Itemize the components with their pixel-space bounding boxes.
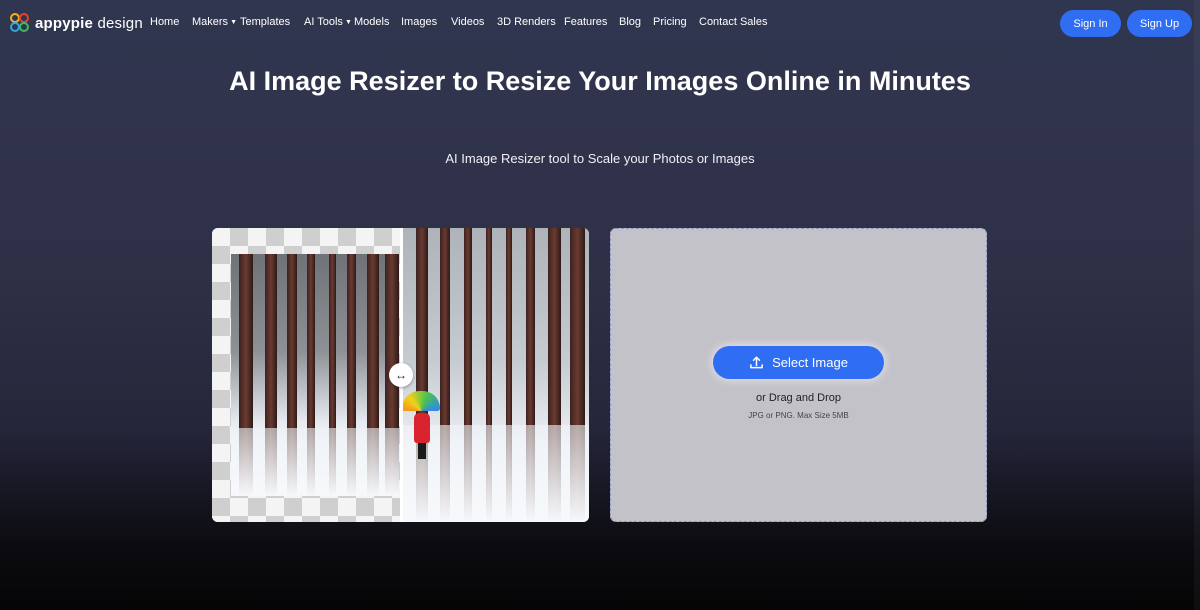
- top-navbar: appypie design Home Makers ▼ Templates AI…: [0, 0, 1200, 48]
- demo-image-original: [231, 254, 399, 496]
- sign-in-button[interactable]: Sign In: [1060, 10, 1121, 37]
- brand-logo[interactable]: appypie design: [10, 13, 143, 33]
- nav-videos[interactable]: Videos: [451, 16, 497, 28]
- nav-home[interactable]: Home: [150, 16, 192, 28]
- nav-blog[interactable]: Blog: [619, 16, 653, 28]
- person-with-umbrella: [402, 391, 440, 463]
- nav-features[interactable]: Features: [564, 16, 619, 28]
- select-image-label: Select Image: [772, 355, 848, 370]
- caret-down-icon: ▼: [230, 18, 237, 26]
- page-title: AI Image Resizer to Resize Your Images O…: [229, 66, 971, 96]
- nav-3d-renders[interactable]: 3D Renders: [497, 16, 564, 28]
- nav-contact-sales[interactable]: Contact Sales: [699, 16, 779, 28]
- caret-down-icon: ▼: [344, 18, 352, 26]
- select-image-button[interactable]: Select Image: [713, 346, 884, 379]
- page-scrollbar[interactable]: [1194, 0, 1200, 610]
- sign-up-button[interactable]: Sign Up: [1127, 10, 1192, 37]
- nav-images[interactable]: Images: [401, 16, 451, 28]
- nav-makers[interactable]: Makers ▼: [192, 16, 240, 28]
- upload-dropzone[interactable]: Select Image or Drag and Drop JPG or PNG…: [610, 228, 987, 522]
- upload-icon: [750, 356, 763, 369]
- nav-pricing[interactable]: Pricing: [653, 16, 699, 28]
- nav-ai-tools[interactable]: AI Tools ▼: [304, 16, 354, 28]
- nav-models[interactable]: Models: [354, 16, 401, 28]
- brand-name: appypie design: [35, 14, 143, 32]
- before-after-demo[interactable]: ↔: [212, 228, 589, 522]
- resize-handle-icon[interactable]: ↔: [389, 363, 413, 387]
- main-nav: Home Makers ▼ Templates AI Tools ▼ Models …: [150, 16, 779, 28]
- appypie-logo-icon: [10, 13, 30, 33]
- nav-templates[interactable]: Templates: [240, 16, 304, 28]
- demo-image-resized: [402, 228, 589, 522]
- file-format-hint: JPG or PNG. Max Size 5MB: [748, 411, 849, 420]
- page-subtitle: AI Image Resizer tool to Scale your Phot…: [445, 151, 755, 166]
- drag-drop-text: or Drag and Drop: [756, 392, 841, 404]
